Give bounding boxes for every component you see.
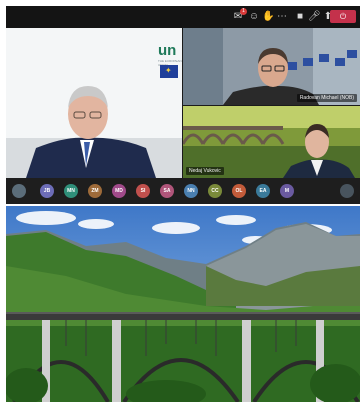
participant-avatar[interactable]: M: [280, 184, 294, 198]
participant-avatar[interactable]: SI: [136, 184, 150, 198]
landscape-photo: [6, 206, 360, 402]
meeting-toolbar: ✉ 1 ☺ ✋ ⋯ ■ 🎤︎ ⬆ ⏻: [6, 6, 360, 28]
leave-button[interactable]: ⏻: [330, 10, 356, 23]
eu-flag-icon: [160, 65, 178, 78]
video-tile-main[interactable]: un THE EUROPEAN UNION: [6, 28, 182, 178]
participant-name: Radovan Michael (NOB): [296, 94, 357, 102]
participant-avatar[interactable]: NN: [184, 184, 198, 198]
people-icon[interactable]: ☺: [248, 11, 260, 23]
participant-avatar[interactable]: MD: [112, 184, 126, 198]
participant-name: Nedaj Vukovic: [186, 167, 224, 175]
meeting-window: ✉ 1 ☺ ✋ ⋯ ■ 🎤︎ ⬆ ⏻ un THE EUROPEAN UNION: [6, 6, 360, 204]
participants-strip: JB MN ZM MD SI SA NN CC OL EA M: [6, 178, 360, 204]
participant-avatar[interactable]: EA: [256, 184, 270, 198]
video-tile-top-right[interactable]: Radovan Michael (NOB): [183, 28, 360, 105]
participant-avatar[interactable]: ZM: [88, 184, 102, 198]
participant-avatar[interactable]: MN: [64, 184, 78, 198]
participant-avatar[interactable]: [340, 184, 354, 198]
participant-avatar[interactable]: JB: [40, 184, 54, 198]
slide-title: un: [158, 42, 177, 59]
more-icon[interactable]: ⋯: [276, 11, 288, 23]
participant-avatar[interactable]: OL: [232, 184, 246, 198]
video-tile-bottom-right[interactable]: Nedaj Vukovic: [183, 106, 360, 178]
mic-icon[interactable]: 🎤︎: [308, 11, 321, 23]
bridge-image: [6, 206, 360, 402]
notification-badge: 1: [240, 8, 247, 15]
participant-avatar[interactable]: CC: [208, 184, 222, 198]
camera-icon[interactable]: ■: [294, 11, 306, 23]
hand-icon[interactable]: ✋: [262, 11, 274, 23]
participant-avatar[interactable]: [12, 184, 26, 198]
participant-avatar[interactable]: SA: [160, 184, 174, 198]
speaker-video: [6, 28, 182, 178]
